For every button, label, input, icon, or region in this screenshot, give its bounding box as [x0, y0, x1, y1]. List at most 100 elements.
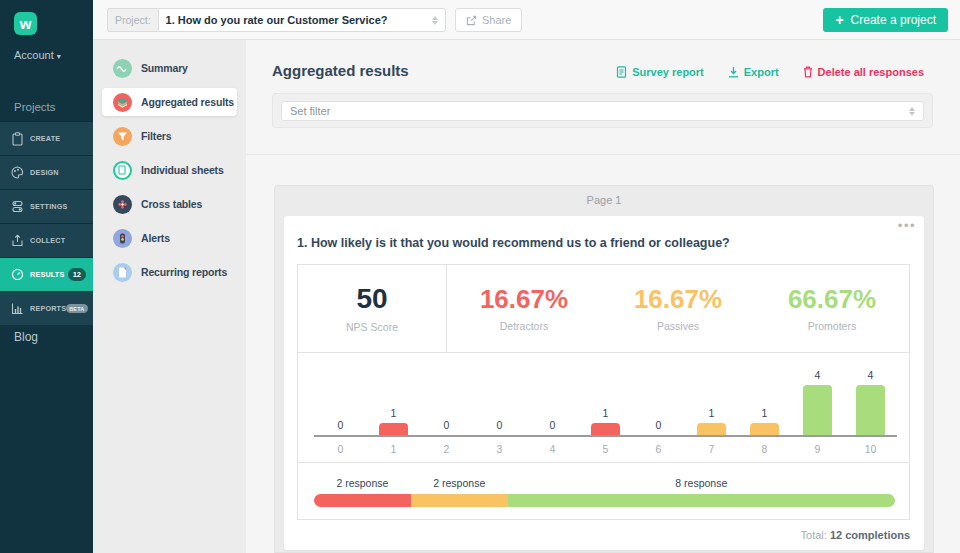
filters-icon [113, 127, 132, 146]
bar-value-label: 0 [473, 419, 526, 431]
page-number: Page 1 [275, 186, 933, 206]
project-label: Project: [107, 8, 158, 32]
topbar: Project: 1. How do you rate our Customer… [93, 0, 960, 40]
bar-1 [379, 423, 408, 436]
aggregated-results-icon [113, 93, 132, 112]
x-tick-label: 3 [473, 443, 526, 455]
bar-value-label: 0 [632, 419, 685, 431]
x-tick-label: 6 [632, 443, 685, 455]
export-button[interactable]: Export [728, 66, 779, 78]
divider [246, 154, 960, 155]
sidebar-nav: CREATEDESIGNSETTINGSCOLLECTRESULTS12REPO… [0, 121, 93, 325]
segment-label: 2 response [411, 477, 508, 489]
bar-5 [591, 423, 620, 436]
set-filter-dropdown[interactable]: Set filter [281, 101, 924, 121]
bar-value-label: 1 [738, 407, 791, 419]
caret-down-icon: ▾ [57, 52, 61, 61]
passives-stat: 16.67% Passives [601, 265, 755, 352]
bar-value-label: 1 [579, 407, 632, 419]
project-selector[interactable]: Project: 1. How do you rate our Customer… [107, 8, 446, 32]
question-card: ••• 1. How likely is it that you would r… [284, 216, 924, 550]
cross-tables-icon [113, 195, 132, 214]
response-distribution-bar [314, 494, 895, 507]
upload-icon [11, 234, 25, 248]
app-logo[interactable]: w [14, 12, 37, 35]
more-options-icon[interactable]: ••• [898, 218, 916, 233]
beta-badge: BETA [66, 304, 87, 313]
nps-stats: 50 NPS Score 16.67% Detractors 16.67% Pa… [297, 264, 910, 353]
project-dropdown[interactable]: 1. How do you rate our Customer Service? [158, 8, 446, 32]
filter-panel: Set filter [272, 93, 933, 128]
x-tick-label: 7 [685, 443, 738, 455]
segment-1 [411, 494, 508, 507]
document-icon [616, 66, 627, 78]
chart-icon [11, 302, 25, 316]
bar-value-label: 4 [791, 369, 844, 381]
segment-label: 2 response [314, 477, 411, 489]
share-button[interactable]: Share [455, 8, 522, 32]
sidebar: w Account ▾ Projects CREATEDESIGNSETTING… [0, 0, 93, 553]
nps-score: 50 NPS Score [298, 265, 447, 352]
plus-icon: + [835, 12, 843, 28]
results-sidebar-item-alerts[interactable]: Alerts [93, 221, 246, 255]
app: Project: 1. How do you rate our Customer… [0, 0, 960, 553]
stacked-bar: 2 response2 response8 response [297, 463, 910, 520]
bar-value-label: 1 [685, 407, 738, 419]
results-count-badge: 12 [68, 268, 86, 281]
bar-value-label: 1 [367, 407, 420, 419]
results-sidebar-item-cross-tables[interactable]: Cross tables [93, 187, 246, 221]
x-tick-label: 9 [791, 443, 844, 455]
bar-value-label: 0 [314, 419, 367, 431]
settings-icon [11, 200, 25, 214]
spinner-icon[interactable] [432, 16, 438, 25]
detractors-stat: 16.67% Detractors [447, 265, 601, 352]
x-tick-label: 5 [579, 443, 632, 455]
results-sidebar-item-individual-sheets[interactable]: Individual sheets [93, 153, 246, 187]
share-icon [466, 15, 477, 26]
sidebar-item-results[interactable]: RESULTS12 [0, 257, 93, 291]
alerts-icon [113, 229, 132, 248]
results-sidebar-item-filters[interactable]: Filters [93, 119, 246, 153]
segment-label: 8 response [508, 477, 895, 489]
page-title: Aggregated results [272, 62, 409, 79]
sidebar-item-blog[interactable]: Blog [14, 330, 38, 344]
x-tick-label: 10 [844, 443, 897, 455]
x-tick-label: 2 [420, 443, 473, 455]
recurring-reports-icon [113, 263, 132, 282]
results-sidebar-item-recurring-reports[interactable]: Recurring reports [93, 255, 246, 289]
sidebar-item-reports[interactable]: REPORTSBETA [0, 291, 93, 325]
sidebar-item-collect[interactable]: COLLECT [0, 223, 93, 257]
bar-9 [803, 385, 832, 435]
gauge-icon [11, 268, 25, 282]
bar-value-label: 4 [844, 369, 897, 381]
page-container: Page 1 ••• 1. How likely is it that you … [274, 185, 934, 553]
bar-8 [750, 423, 779, 436]
bar-value-label: 0 [526, 419, 579, 431]
x-tick-label: 1 [367, 443, 420, 455]
sidebar-item-create[interactable]: CREATE [0, 121, 93, 155]
bar-7 [697, 423, 726, 436]
trash-icon [803, 66, 813, 78]
spinner-icon[interactable] [909, 107, 915, 116]
total-completions: Total: 12 completions [801, 529, 910, 541]
results-sidebar: Summary Aggregated results FiltersIndividu… [93, 40, 246, 553]
survey-report-button[interactable]: Survey report [616, 66, 704, 78]
download-icon [728, 66, 739, 78]
summary-icon [113, 59, 132, 78]
results-sidebar-item-summary[interactable]: Summary [93, 51, 246, 85]
account-menu[interactable]: Account ▾ [14, 49, 61, 61]
individual-sheets-icon [113, 161, 132, 180]
create-project-button[interactable]: + Create a project [823, 8, 948, 32]
delete-all-responses-button[interactable]: Delete all responses [803, 66, 924, 78]
sidebar-item-settings[interactable]: SETTINGS [0, 189, 93, 223]
segment-2 [508, 494, 895, 507]
results-sidebar-item-aggregated-results[interactable]: Aggregated results [102, 88, 237, 116]
clipboard-icon [11, 132, 25, 146]
sidebar-item-design[interactable]: DESIGN [0, 155, 93, 189]
x-tick-label: 8 [738, 443, 791, 455]
x-tick-label: 4 [526, 443, 579, 455]
palette-icon [11, 166, 25, 180]
question-title: 1. How likely is it that you would recom… [297, 236, 730, 250]
project-value: 1. How do you rate our Customer Service? [166, 14, 432, 26]
x-tick-label: 0 [314, 443, 367, 455]
